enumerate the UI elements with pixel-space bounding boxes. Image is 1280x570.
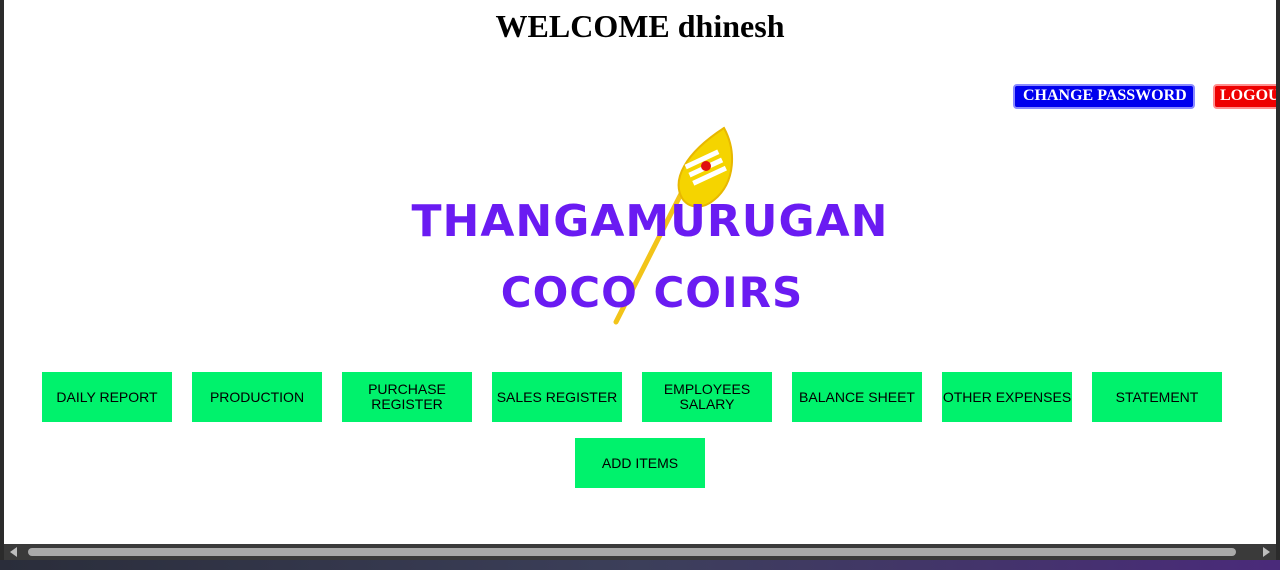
other-expenses-button[interactable]: OTHER EXPENSES	[942, 372, 1072, 422]
production-button[interactable]: PRODUCTION	[192, 372, 322, 422]
logout-button[interactable]: LOGOU	[1213, 84, 1276, 109]
scroll-right-icon[interactable]	[1263, 547, 1270, 557]
welcome-heading: WELCOME dhinesh	[495, 8, 785, 44]
taskbar-strip	[0, 560, 1280, 570]
scroll-left-icon[interactable]	[10, 547, 17, 557]
horizontal-scrollbar[interactable]	[4, 544, 1276, 560]
page: WELCOME dhinesh CHANGE PASSWORD LOGOU TH…	[4, 0, 1276, 544]
company-logo: THANGAMURUGAN COCO COIRS	[384, 120, 904, 335]
add-items-button[interactable]: ADD ITEMS	[575, 438, 705, 488]
employees-salary-button[interactable]: EMPLOYEES SALARY	[642, 372, 772, 422]
scroll-thumb[interactable]	[28, 548, 1236, 556]
change-password-button[interactable]: CHANGE PASSWORD	[1013, 84, 1195, 109]
daily-report-button[interactable]: DAILY REPORT	[42, 372, 172, 422]
sales-register-button[interactable]: SALES REGISTER	[492, 372, 622, 422]
balance-sheet-button[interactable]: BALANCE SHEET	[792, 372, 922, 422]
logo-title-line2: COCO COIRS	[500, 268, 804, 317]
logo-title-line1: THANGAMURUGAN	[411, 196, 889, 247]
statement-button[interactable]: STATEMENT	[1092, 372, 1222, 422]
purchase-register-button[interactable]: PURCHASE REGISTER	[342, 372, 472, 422]
